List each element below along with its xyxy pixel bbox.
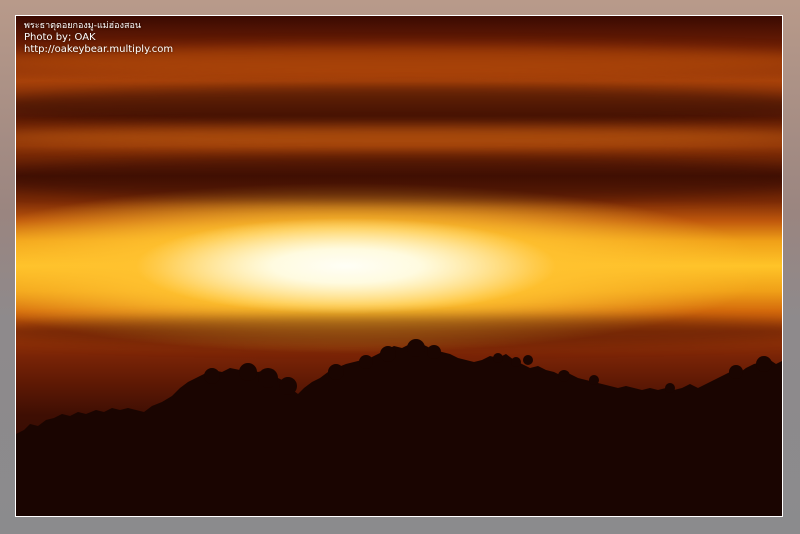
photo-frame: พระธาตุดอยกองมู-แม่ฮ่องสอน Photo by; OAK…	[0, 0, 800, 534]
forest-hill-silhouette	[16, 339, 782, 516]
caption-credit: Photo by; OAK	[24, 32, 96, 43]
caption-url: http://oakeybear.multiply.com	[24, 44, 174, 55]
photo-caption: พระธาตุดอยกองมู-แม่ฮ่องสอน Photo by; OAK…	[24, 20, 173, 56]
caption-location: พระธาตุดอยกองมู-แม่ฮ่องสอน	[24, 21, 142, 31]
sunset-photo: พระธาตุดอยกองมู-แม่ฮ่องสอน Photo by; OAK…	[15, 15, 783, 517]
